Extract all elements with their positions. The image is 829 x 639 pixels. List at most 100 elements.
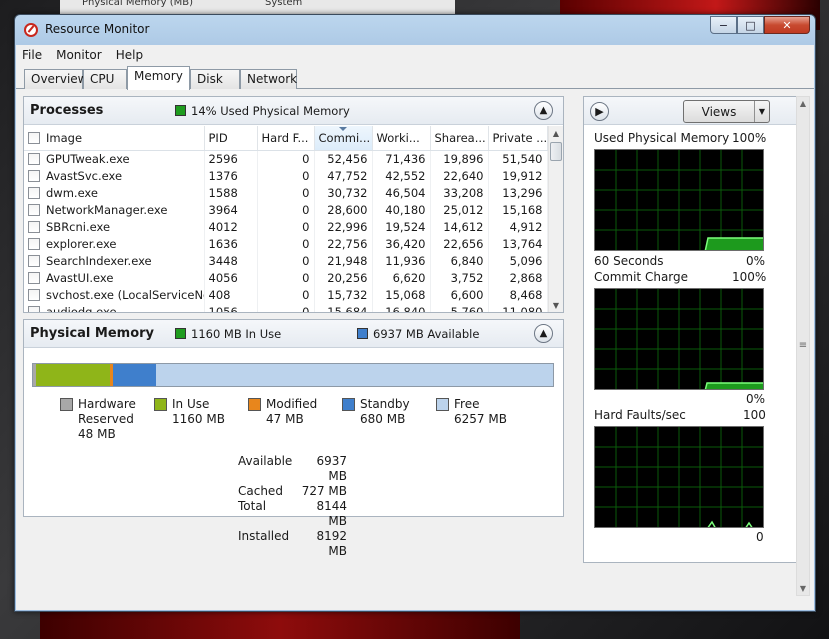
stat-row: Cached 727 MB	[238, 484, 347, 499]
table-cell: 30,732	[314, 184, 373, 201]
graphs-pane: ▶ Views ▼ Used Physical Memory 100% 60 S…	[583, 96, 800, 563]
stat-label: Available	[238, 454, 293, 468]
table-row[interactable]: SBRcni.exe 4012 0 22,996 19,524 14,612 4,912	[24, 218, 548, 235]
tab-overview[interactable]: Overview	[24, 69, 88, 89]
collapse-button[interactable]: ▲	[534, 324, 553, 343]
table-cell: 21,948	[314, 252, 373, 269]
table-cell: 20,256	[314, 269, 373, 286]
row-checkbox[interactable]	[28, 272, 40, 284]
process-name: SearchIndexer.exe	[46, 253, 152, 268]
dropdown-arrow-icon[interactable]: ▼	[754, 101, 769, 122]
table-row[interactable]: NetworkManager.exe 3964 0 28,600 40,180 25,01…	[24, 201, 548, 218]
scroll-down-arrow-icon[interactable]: ▼	[797, 584, 809, 593]
process-image-cell: AvastUI.exe	[24, 269, 205, 286]
legend-swatch	[60, 398, 73, 411]
table-cell: 6,620	[372, 269, 431, 286]
process-name: AvastUI.exe	[46, 270, 114, 285]
collapse-button[interactable]: ▲	[534, 101, 553, 120]
tab-memory[interactable]: Memory	[127, 66, 190, 90]
column-header[interactable]: Image	[24, 126, 205, 151]
table-row[interactable]: svchost.exe (LocalServiceNet...408015,73…	[24, 286, 548, 303]
title-bar[interactable]: Resource Monitor − □ ✕	[15, 15, 815, 45]
column-hard-faults[interactable]: Hard F...	[257, 126, 315, 151]
legend-swatch	[248, 398, 261, 411]
menu-monitor[interactable]: Monitor	[56, 48, 102, 62]
scroll-up-arrow-icon[interactable]: ▲	[549, 126, 563, 141]
available-status: 6937 MB Available	[373, 327, 480, 341]
scroll-down-arrow-icon[interactable]: ▼	[549, 298, 563, 312]
table-row[interactable]: AvastUI.exe 4056 0 20,256 6,620 3,752 2,868	[24, 269, 548, 286]
table-cell: 2596	[204, 150, 258, 167]
row-checkbox[interactable]	[28, 238, 40, 250]
row-checkbox[interactable]	[28, 187, 40, 199]
table-cell: 15,684	[314, 303, 373, 312]
table-cell: 46,504	[372, 184, 431, 201]
row-checkbox[interactable]	[28, 170, 40, 182]
table-row[interactable]: AvastSvc.exe 1376 0 47,752 42,552 22,640 19,91…	[24, 167, 548, 184]
table-cell: 11,936	[372, 252, 431, 269]
tab-disk[interactable]: Disk	[190, 69, 240, 89]
select-all-checkbox[interactable]	[28, 132, 40, 145]
processes-scrollbar[interactable]: ▲ ▼	[548, 126, 563, 312]
table-cell: 0	[257, 201, 315, 218]
stat-row: Available 6937 MB	[238, 454, 347, 484]
table-cell: 408	[204, 286, 258, 303]
background-window: Physical Memory (MB) System	[60, 0, 455, 14]
resource-monitor-icon	[24, 23, 38, 37]
graph-min: 0	[756, 530, 764, 544]
column-pid[interactable]: PID	[204, 126, 258, 151]
table-cell: 22,640	[430, 167, 489, 184]
graph-max: 100%	[732, 131, 767, 145]
window-scrollbar[interactable]: ▲ ≡ ▼	[796, 96, 810, 596]
table-row[interactable]: explorer.exe 1636 0 22,756 36,420 22,656 13,76…	[24, 235, 548, 252]
table-cell: 19,896	[430, 150, 489, 167]
maximize-button[interactable]: □	[737, 16, 764, 34]
row-checkbox[interactable]	[28, 153, 40, 166]
menu-file[interactable]: File	[22, 48, 42, 62]
table-row[interactable]: audiodg.exe 1056 0 15,684 16,840 5,760 11,080	[24, 303, 548, 312]
processes-table: Image PID Hard F... Commi... Worki... Sh…	[24, 126, 548, 312]
desktop-wallpaper-accent	[40, 612, 520, 639]
scroll-grip-icon[interactable]: ≡	[797, 340, 809, 351]
table-row[interactable]: SearchIndexer.exe 3448 0 21,948 11,936 6,840 5…	[24, 252, 548, 269]
row-checkbox[interactable]	[28, 255, 40, 267]
row-checkbox[interactable]	[28, 289, 40, 301]
menu-help[interactable]: Help	[116, 48, 143, 62]
views-dropdown[interactable]: Views ▼	[683, 100, 770, 123]
column-working[interactable]: Worki...	[372, 126, 431, 151]
views-label: Views	[701, 105, 737, 119]
table-cell: 14,612	[430, 218, 489, 235]
table-cell: 42,552	[372, 167, 431, 184]
scroll-up-arrow-icon[interactable]: ▲	[797, 99, 809, 108]
expand-panel-icon[interactable]: ▶	[590, 102, 609, 121]
column-shareable[interactable]: Sharea...	[430, 126, 489, 151]
row-checkbox[interactable]	[28, 306, 40, 312]
table-cell: 11,080	[488, 303, 548, 312]
column-private[interactable]: Private ...	[488, 126, 548, 151]
column-commit[interactable]: Commi...	[314, 126, 373, 151]
processes-header[interactable]: Processes 14% Used Physical Memory ▲	[24, 97, 563, 125]
legend-in-use: In Use 1160 MB	[154, 397, 225, 427]
process-name: AvastSvc.exe	[46, 168, 123, 183]
tab-cpu[interactable]: CPU	[83, 69, 127, 89]
process-name: NetworkManager.exe	[46, 202, 168, 217]
row-checkbox[interactable]	[28, 204, 40, 216]
table-cell: 6,600	[430, 286, 489, 303]
graph-title: Hard Faults/sec	[594, 408, 686, 422]
minimize-button[interactable]: −	[710, 16, 737, 34]
table-cell: 0	[257, 167, 315, 184]
tab-bar: Overview CPU Memory Disk Network	[16, 65, 814, 90]
table-cell: 4012	[204, 218, 258, 235]
table-row[interactable]: GPUTweak.exe 2596 0 52,456 71,436 19,896 51,54…	[24, 150, 548, 167]
row-checkbox[interactable]	[28, 221, 40, 233]
scroll-thumb[interactable]	[550, 142, 562, 161]
process-image-cell: explorer.exe	[24, 235, 205, 252]
graph-title: Used Physical Memory	[594, 131, 730, 145]
table-cell: 22,996	[314, 218, 373, 235]
graph-time-span: 60 Seconds	[594, 254, 664, 268]
physical-memory-header[interactable]: Physical Memory 1160 MB In Use 6937 MB A…	[24, 320, 563, 348]
table-row[interactable]: dwm.exe 1588 0 30,732 46,504 33,208 13,296	[24, 184, 548, 201]
tab-network[interactable]: Network	[240, 69, 297, 89]
close-button[interactable]: ✕	[764, 16, 810, 34]
hard-faults-graph	[594, 426, 764, 528]
